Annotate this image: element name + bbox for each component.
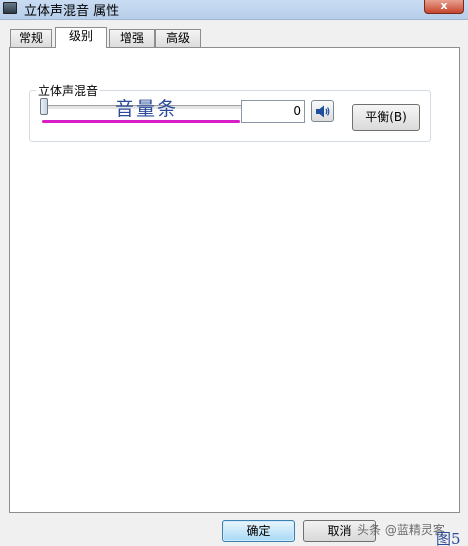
- tab-advanced[interactable]: 高级: [155, 29, 201, 47]
- tab-levels[interactable]: 级别: [55, 27, 107, 48]
- ok-button[interactable]: 确定: [222, 520, 295, 542]
- volume-bar-annotation: 音量条: [115, 98, 179, 120]
- tab-enhancements[interactable]: 增强: [109, 29, 155, 47]
- title-bar: 立体声混音 属性 x: [0, 0, 468, 20]
- annotation-underline: [42, 120, 240, 123]
- volume-slider-thumb[interactable]: [40, 98, 48, 115]
- group-label: 立体声混音: [36, 82, 101, 99]
- device-icon: [3, 2, 17, 14]
- speaker-icon: [316, 105, 330, 118]
- watermark: 头条 @蓝精灵客: [357, 523, 445, 537]
- volume-value-field[interactable]: 0: [241, 100, 305, 123]
- levels-panel: 立体声混音 音量条 0 平衡(B): [9, 47, 460, 513]
- tab-general[interactable]: 常规: [10, 29, 52, 47]
- balance-button[interactable]: 平衡(B): [352, 104, 420, 131]
- mute-button[interactable]: [311, 100, 334, 122]
- properties-dialog: 立体声混音 属性 x 常规 级别 增强 高级 立体声混音 音量条 0 平衡(B)…: [0, 0, 468, 546]
- window-title: 立体声混音 属性: [24, 4, 120, 19]
- figure-label: 图5: [436, 530, 461, 546]
- stereo-mix-group: 立体声混音 音量条 0 平衡(B): [29, 82, 431, 142]
- close-button[interactable]: x: [424, 0, 464, 14]
